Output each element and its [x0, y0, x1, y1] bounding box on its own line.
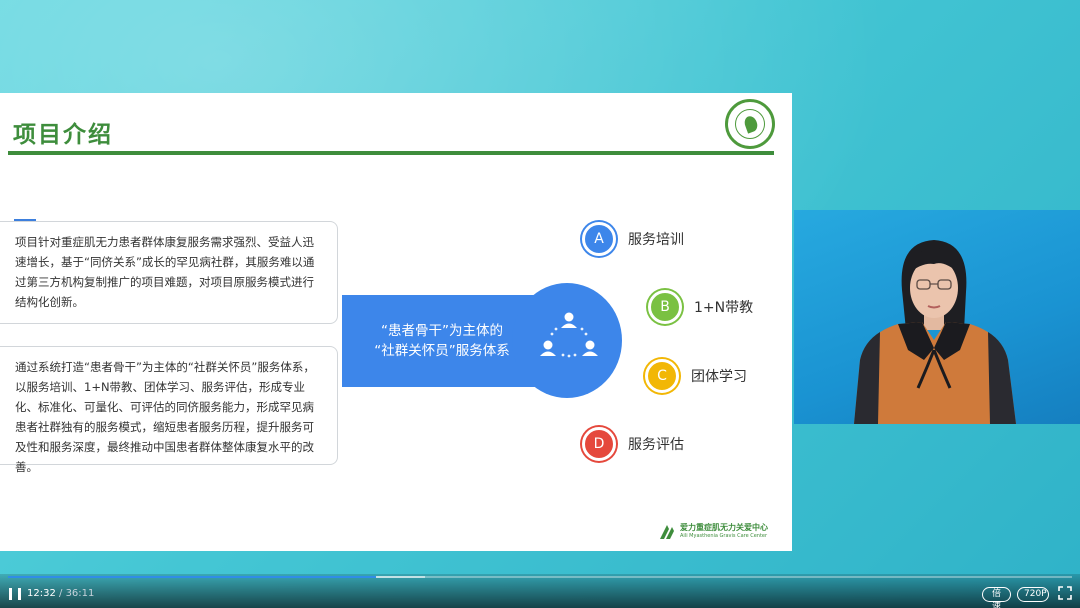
option-d: D 服务评估 — [582, 427, 684, 461]
progress-bar[interactable] — [8, 576, 1072, 578]
footer-org-name: 爱力重症肌无力关爱中心 — [680, 523, 768, 532]
organization-seal-logo — [725, 99, 775, 149]
system-paragraph: 通过系统打造“患者骨干”为主体的“社群关怀员”服务体系，以服务培训、1+N带教、… — [15, 360, 315, 474]
footer-logo: 爱力重症肌无力关爱中心 Aili Myasthenia Gravis Care … — [658, 523, 768, 541]
quality-button[interactable]: 720P — [1017, 587, 1049, 602]
progress-played — [8, 576, 377, 578]
time-display: 12:32 / 36:11 — [27, 588, 94, 599]
time-separator: / — [55, 588, 66, 599]
total-time: 36:11 — [65, 588, 95, 599]
option-b-badge: B — [648, 290, 682, 324]
option-b-label: 1+N带教 — [694, 300, 754, 316]
footer-logo-mark — [660, 525, 674, 539]
title-divider — [8, 151, 774, 155]
slide-title: 项目介绍 — [13, 122, 113, 148]
presenter-webcam — [794, 210, 1080, 424]
intro-paragraph: 项目针对重症肌无力患者群体康复服务需求强烈、受益人迅速增长，基于“同侪关系”成长… — [15, 235, 315, 309]
pause-icon — [9, 588, 12, 600]
progress-buffered — [376, 576, 426, 578]
option-c: C 团体学习 — [645, 359, 747, 393]
option-d-label: 服务评估 — [628, 437, 684, 453]
option-c-label: 团体学习 — [691, 369, 747, 385]
footer-org-name-en: Aili Myasthenia Gravis Care Center — [680, 533, 768, 539]
people-group-icon — [540, 312, 598, 358]
option-c-badge: C — [645, 359, 679, 393]
fullscreen-icon[interactable] — [1058, 586, 1072, 600]
current-time: 12:32 — [27, 588, 56, 599]
banner-line-2: “社群关怀员”服务体系 — [374, 343, 510, 359]
system-paragraph-box: 通过系统打造“患者骨干”为主体的“社群关怀员”服务体系，以服务培训、1+N带教、… — [0, 346, 338, 474]
intro-paragraph-box: 项目针对重症肌无力患者群体康复服务需求强烈、受益人迅速增长，基于“同侪关系”成长… — [0, 221, 338, 324]
banner-line-1: “患者骨干”为主体的 — [381, 323, 503, 339]
service-system-caption: “患者骨干”为主体的 “社群关怀员”服务体系 — [342, 321, 542, 361]
pause-button[interactable] — [9, 588, 21, 600]
presentation-slide: 项目介绍 项目针对重症肌无力患者群体康复服务需求强烈、受益人迅速增长，基于“同侪… — [0, 93, 792, 551]
playback-speed-button[interactable]: 倍速 — [982, 587, 1011, 608]
presenter-video — [854, 240, 1016, 424]
option-d-badge: D — [582, 427, 616, 461]
option-a-label: 服务培训 — [628, 232, 684, 248]
option-a-badge: A — [582, 222, 616, 256]
option-a: A 服务培训 — [582, 222, 684, 256]
option-b: B 1+N带教 — [648, 290, 753, 324]
player-control-bar — [0, 574, 1080, 608]
